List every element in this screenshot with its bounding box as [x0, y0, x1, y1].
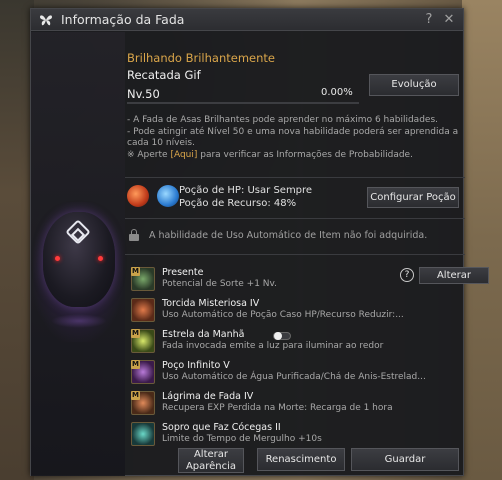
fairy-tear-skill-icon: M — [131, 391, 155, 415]
evolution-button[interactable]: Evolução — [369, 74, 459, 96]
fairy-info-window: Informação da Fada ? ✕ Brilhando Brilhan… — [30, 8, 489, 476]
skill-desc: Limite do Tempo de Mergulho +10s — [162, 434, 322, 444]
skill-name: Sopro que Faz Cócegas II — [162, 422, 281, 433]
fairy-details: Brilhando Brilhantemente Recatada Gif Nv… — [125, 32, 489, 476]
skill-desc: Recupera EXP Perdida na Morte: Recarga d… — [162, 403, 393, 413]
skill-name: Poço Infinito V — [162, 360, 230, 371]
morning-star-toggle[interactable] — [273, 332, 291, 340]
divider — [125, 218, 465, 219]
divider — [125, 177, 465, 178]
appearance-line: Alterar — [193, 448, 229, 460]
tickling-breath-skill-icon — [131, 422, 155, 446]
skill-desc: Potencial de Sorte +1 Nv. — [162, 279, 278, 289]
skill-desc: Uso Automático de Água Purificada/Chá de… — [162, 372, 426, 382]
probability-suffix: para verificar as Informações de Probabi… — [197, 150, 413, 160]
divider — [125, 254, 465, 255]
fairy-title-line: Brilhando Brilhantemente — [127, 51, 275, 65]
resource-potion-icon — [157, 185, 179, 207]
skill-name: Lágrima de Fada IV — [162, 391, 254, 402]
exp-percent: 0.00% — [321, 87, 353, 98]
window-title: Informação da Fada — [61, 12, 185, 27]
fairy-model — [43, 212, 115, 307]
configure-potion-button[interactable]: Configurar Poção — [367, 187, 459, 208]
probability-link[interactable]: [Aqui] — [170, 150, 197, 160]
skill-badge: M — [131, 391, 140, 400]
skill-help-icon[interactable]: ? — [400, 268, 414, 282]
skill-badge: M — [131, 329, 140, 338]
game-background-right — [462, 0, 502, 480]
skill-row[interactable]: Torcida Misteriosa IV Uso Automático de … — [129, 296, 459, 324]
description-line: - A Fada de Asas Brilhantes pode aprende… — [127, 115, 438, 125]
fairy-description: - A Fada de Asas Brilhantes pode aprende… — [127, 115, 461, 150]
fairy-name: Recatada Gif — [127, 68, 201, 82]
fairy-shadow — [51, 314, 107, 328]
appearance-line: Aparência — [185, 460, 237, 472]
auto-use-text: A habilidade de Uso Automático de Item n… — [149, 229, 428, 241]
description-line: - Pode atingir até Nível 50 e uma nova h… — [127, 126, 459, 149]
game-background-left — [0, 0, 34, 480]
skill-row[interactable]: M Estrela da Manhã Fada invocada emite a… — [129, 327, 459, 355]
skill-row[interactable]: M Poço Infinito V Uso Automático de Água… — [129, 358, 459, 386]
window-titlebar[interactable]: Informação da Fada ? ✕ — [31, 9, 463, 31]
skill-row[interactable]: Sopro que Faz Cócegas II Limite do Tempo… — [129, 420, 459, 448]
gift-skill-icon: M — [131, 267, 155, 291]
hp-potion-setting: Poção de HP: Usar Sempre — [179, 185, 313, 196]
fairy-eye — [55, 256, 60, 261]
change-appearance-button[interactable]: Alterar Aparência — [178, 448, 244, 473]
probability-info: ※ Aperte [Aqui] para verificar as Inform… — [127, 150, 413, 160]
skill-name: Estrela da Manhã — [162, 329, 245, 340]
change-skill-button[interactable]: Alterar — [419, 267, 489, 284]
skill-badge: M — [131, 360, 140, 369]
fairy-level: Nv.50 — [127, 87, 160, 101]
morning-star-skill-icon: M — [131, 329, 155, 353]
rebirth-button[interactable]: Renascimento — [257, 448, 345, 471]
cheer-skill-icon — [131, 298, 155, 322]
help-icon[interactable]: ? — [423, 12, 435, 27]
fairy-preview — [31, 32, 125, 476]
skill-badge: M — [131, 267, 140, 276]
skill-desc: Uso Automático de Poção Caso HP/Recurso … — [162, 310, 404, 320]
hp-potion-icon — [127, 185, 149, 207]
auto-use-status: A habilidade de Uso Automático de Item n… — [125, 229, 465, 241]
lock-icon — [129, 229, 139, 241]
skill-name: Torcida Misteriosa IV — [162, 298, 260, 309]
save-button[interactable]: Guardar — [351, 448, 459, 471]
resource-potion-setting: Poção de Recurso: 48% — [179, 198, 297, 209]
exp-bar — [127, 102, 359, 104]
infinite-well-skill-icon: M — [131, 360, 155, 384]
fairy-eye — [98, 256, 103, 261]
skill-name: Presente — [162, 267, 204, 278]
skill-row[interactable]: M Lágrima de Fada IV Recupera EXP Perdid… — [129, 389, 459, 417]
skill-desc: Fada invocada emite a luz para iluminar … — [162, 341, 384, 351]
fairy-emblem-icon — [65, 219, 91, 245]
probability-prefix: ※ Aperte — [127, 150, 171, 160]
butterfly-icon — [40, 14, 52, 25]
close-icon[interactable]: ✕ — [443, 12, 455, 27]
